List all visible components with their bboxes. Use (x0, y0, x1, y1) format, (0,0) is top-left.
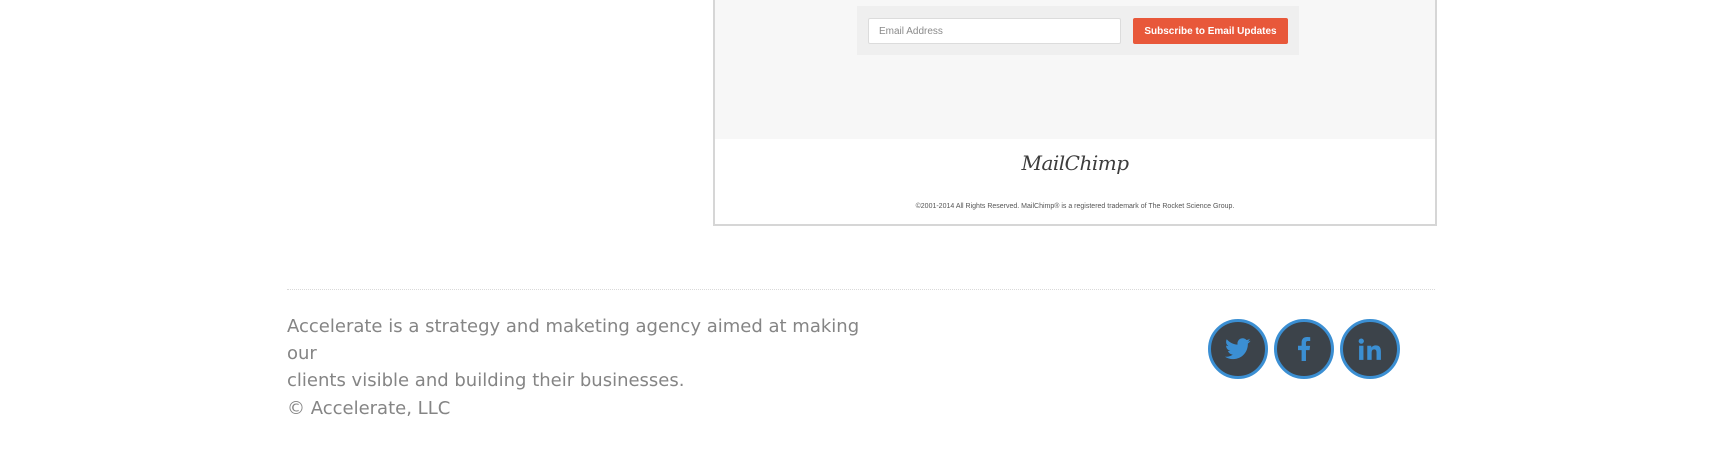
twitter-link[interactable] (1208, 319, 1268, 379)
footer-about-text: Accelerate is a strategy and maketing ag… (287, 313, 887, 394)
mailchimp-logo: MailChimp (1021, 151, 1129, 175)
mailchimp-copyright: ©2001-2014 All Rights Reserved. MailChim… (915, 203, 1235, 210)
footer-about-line-2: clients visible and building their busin… (287, 370, 685, 391)
subscribe-form: Subscribe to Email Updates (857, 6, 1299, 55)
linkedin-link[interactable] (1340, 319, 1400, 379)
mailchimp-form-area: Subscribe to Email Updates (715, 0, 1435, 139)
facebook-link[interactable] (1274, 319, 1334, 379)
email-address-input[interactable] (868, 18, 1121, 44)
subscribe-button[interactable]: Subscribe to Email Updates (1133, 18, 1288, 44)
linkedin-icon (1358, 338, 1382, 360)
footer-copyright: © Accelerate, LLC (287, 398, 451, 419)
social-links (1208, 319, 1400, 379)
facebook-icon (1297, 337, 1311, 361)
footer-divider (287, 289, 1435, 290)
footer-about-line-1: Accelerate is a strategy and maketing ag… (287, 316, 860, 364)
page: Subscribe to Email Updates MailChimp ©20… (0, 0, 1720, 450)
twitter-icon (1225, 338, 1251, 360)
mailchimp-signup-screenshot: Subscribe to Email Updates MailChimp ©20… (713, 0, 1437, 226)
